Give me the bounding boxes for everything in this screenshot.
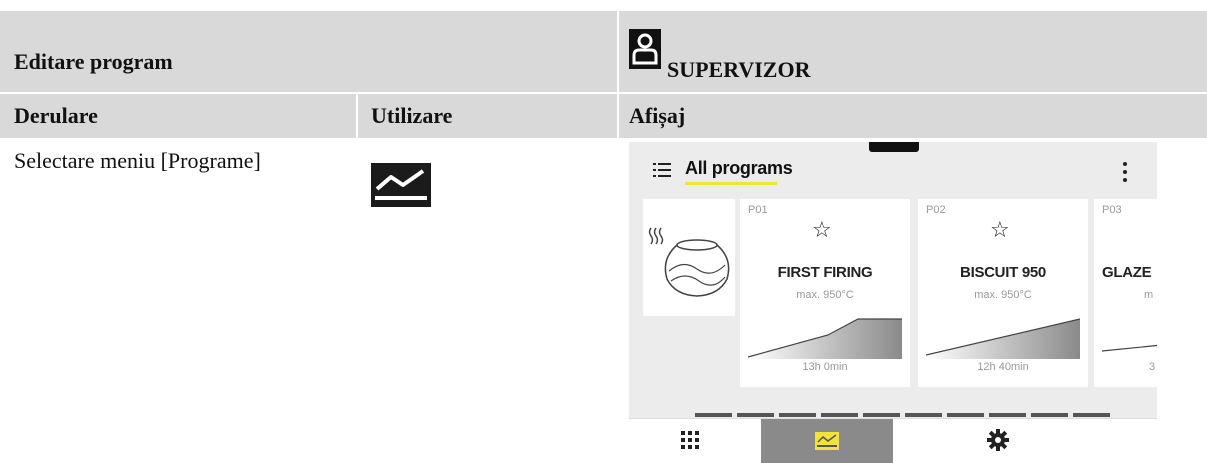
favorite-star-icon[interactable]: ☆ — [812, 217, 832, 243]
column-header-afisaj: Afișaj — [629, 103, 686, 128]
column-divider — [356, 94, 358, 138]
program-name: BISCUIT 950 — [960, 264, 1046, 281]
program-code: P02 — [926, 204, 946, 216]
pagination-indicator — [695, 404, 1115, 417]
program-code: P03 — [1102, 204, 1122, 216]
page-title: Editare program — [14, 49, 173, 74]
screen-title: All programs — [685, 158, 793, 178]
step-text: Selectare meniu [Programe] — [14, 148, 261, 173]
program-code: P01 — [748, 204, 768, 216]
title-underline — [685, 182, 777, 185]
program-card[interactable]: P03 GLAZE m 3 — [1094, 199, 1157, 387]
column-divider — [617, 11, 619, 138]
column-header-derulare: Derulare — [14, 103, 98, 128]
program-max-temp: m — [1144, 289, 1154, 301]
program-name: FIRST FIRING — [777, 264, 873, 281]
user-icon — [629, 29, 661, 69]
gear-icon[interactable] — [987, 429, 1009, 451]
program-duration: 12h 40min — [977, 361, 1029, 373]
column-header-row: Derulare Utilizare Afișaj — [0, 94, 1207, 138]
column-header-utilizare: Utilizare — [371, 103, 453, 128]
nav-programs-tab[interactable] — [761, 419, 893, 463]
table-header-row: Editare program SUPERVIZOR — [0, 11, 1207, 92]
program-duration: 3 — [1149, 361, 1156, 373]
role-label: SUPERVIZOR — [667, 57, 811, 82]
program-card[interactable]: P02 ☆ BISCUIT 950 max. 950°C 12h 40min — [918, 199, 1088, 387]
program-max-temp: max. 950°C — [974, 289, 1032, 301]
bottom-navigation — [629, 418, 1157, 463]
screen-notch — [869, 142, 919, 152]
program-card[interactable]: P01 ☆ FIRST FIRING max. 950°C 13h 0min — [740, 199, 910, 387]
program-name: GLAZE — [1102, 264, 1152, 281]
program-max-temp: max. 950°C — [796, 289, 854, 301]
favorite-star-icon[interactable]: ☆ — [990, 217, 1010, 243]
vase-icon — [648, 227, 730, 297]
chart-icon — [371, 163, 431, 207]
firing-curve-icon — [926, 318, 1080, 359]
more-menu-icon[interactable] — [1123, 162, 1127, 186]
firing-curve-icon — [1102, 344, 1157, 352]
vase-thumbnail[interactable] — [643, 199, 735, 316]
grid-icon[interactable] — [681, 431, 699, 449]
program-duration: 13h 0min — [802, 361, 848, 373]
firing-curve-icon — [748, 318, 902, 359]
device-screen: All programs P01 ☆ FIRST FIRING max. 950… — [629, 142, 1157, 463]
list-icon[interactable] — [653, 163, 671, 177]
chart-icon — [815, 432, 839, 450]
